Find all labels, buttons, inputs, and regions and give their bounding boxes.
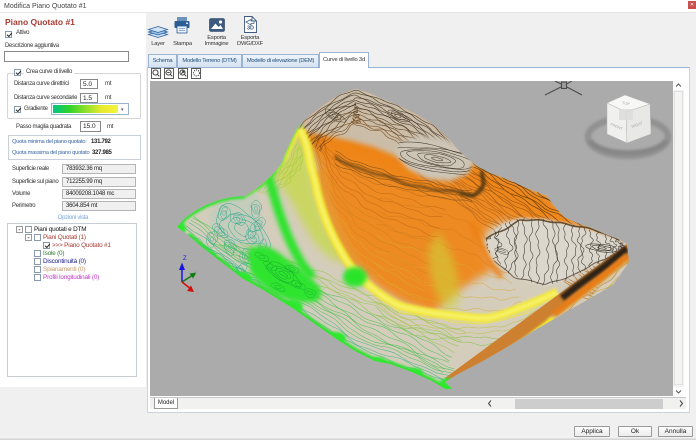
- svg-text:3D: 3D: [247, 26, 254, 32]
- svg-text:X: X: [195, 291, 199, 297]
- svg-text:Y: Y: [194, 270, 198, 276]
- svg-text:Z: Z: [183, 256, 187, 262]
